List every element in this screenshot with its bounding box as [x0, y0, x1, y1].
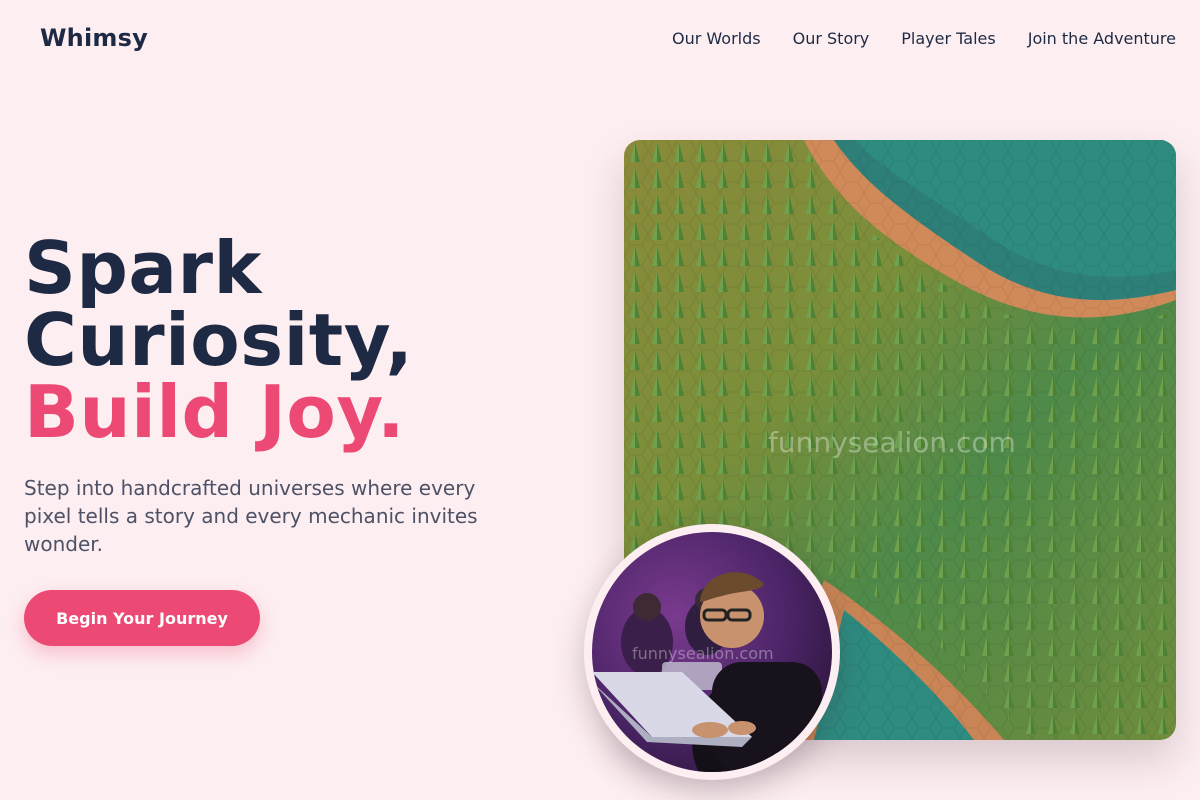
nav-link-join-the-adventure[interactable]: Join the Adventure	[1028, 29, 1176, 48]
nav-link-player-tales[interactable]: Player Tales	[901, 29, 995, 48]
begin-journey-button[interactable]: Begin Your Journey	[24, 590, 260, 646]
nav-links: Our Worlds Our Story Player Tales Join t…	[672, 29, 1176, 48]
hero-title: Spark Curiosity, Build Joy.	[24, 232, 413, 448]
top-nav: Whimsy Our Worlds Our Story Player Tales…	[0, 0, 1200, 80]
nav-link-our-story[interactable]: Our Story	[793, 29, 870, 48]
hero-title-line-1: Spark	[24, 226, 262, 310]
hero-subtitle: Step into handcrafted universes where ev…	[24, 476, 478, 556]
hero-title-line-2: Curiosity,	[24, 298, 414, 382]
hero-title-accent-line: Build Joy.	[24, 370, 406, 454]
brand-logo[interactable]: Whimsy	[40, 24, 148, 52]
nav-link-our-worlds[interactable]: Our Worlds	[672, 29, 761, 48]
avatar-watermark: funnysealion.com	[632, 644, 774, 663]
